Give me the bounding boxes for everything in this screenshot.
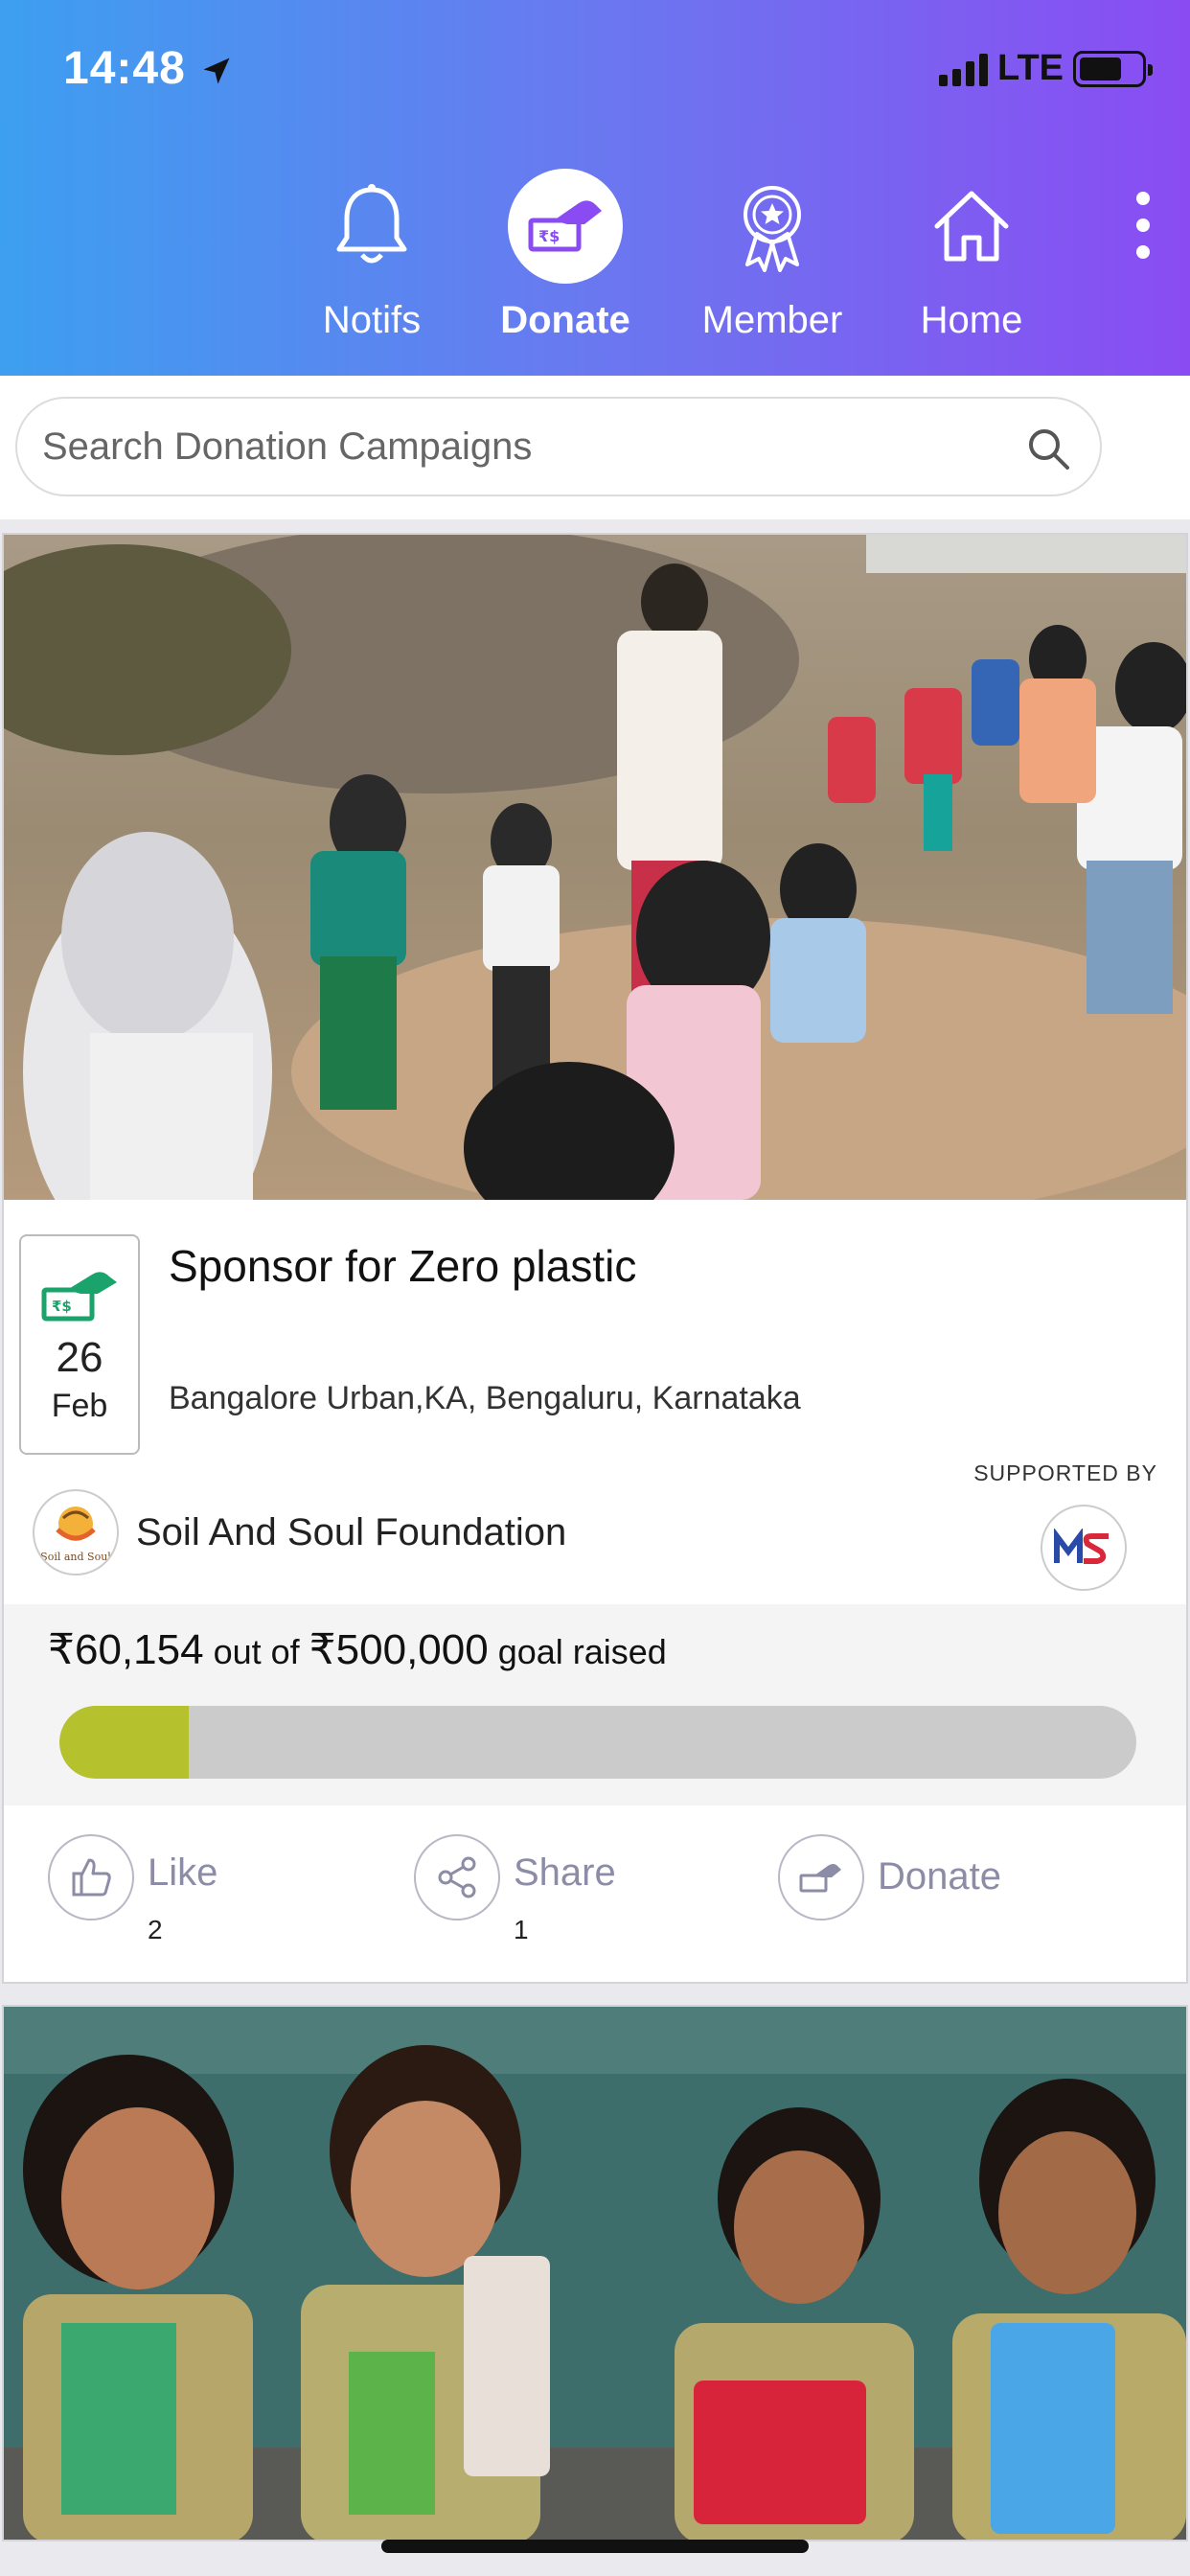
app-header: 14:48 LTE Notifs ₹$ Donate Member Home xyxy=(0,0,1190,376)
supported-by-label: SUPPORTED BY xyxy=(973,1460,1157,1485)
raised-amount: ₹60,154 xyxy=(48,1626,204,1673)
home-icon xyxy=(934,191,1009,262)
date-day: 26 xyxy=(56,1334,103,1381)
top-nav: Notifs ₹$ Donate Member Home xyxy=(0,163,1190,355)
org-name[interactable]: Soil And Soul Foundation xyxy=(136,1511,566,1554)
raised-summary: ₹60,154 out of ₹500,000 goal raised xyxy=(48,1625,667,1674)
campaign-actions: Like 2 Share 1 Donate xyxy=(4,1823,1186,1966)
campaign-card-2[interactable] xyxy=(2,2005,1188,2542)
campaign-card[interactable]: ₹$ 26 Feb Sponsor for Zero plastic Banga… xyxy=(2,533,1188,1984)
donate-button[interactable] xyxy=(778,1834,864,1920)
funding-progress: ₹60,154 out of ₹500,000 goal raised xyxy=(4,1604,1186,1806)
svg-text:₹$: ₹$ xyxy=(538,227,560,245)
sponsor-logo[interactable] xyxy=(1041,1505,1127,1591)
org-logo: Soil and Soul xyxy=(33,1489,119,1576)
sponsor-logo-mark xyxy=(1054,1529,1109,1564)
signal-icon xyxy=(939,52,989,86)
bell-icon xyxy=(336,184,407,264)
campaign-location: Bangalore Urban,KA, Bengaluru, Karnataka xyxy=(169,1380,801,1416)
date-month: Feb xyxy=(51,1388,108,1424)
network-label: LTE xyxy=(997,48,1064,88)
progress-fill xyxy=(59,1706,189,1779)
share-icon xyxy=(438,1856,476,1898)
like-count: 2 xyxy=(148,1915,163,1944)
search-box xyxy=(15,397,1102,496)
share-button[interactable] xyxy=(414,1834,500,1920)
nav-donate[interactable]: ₹$ Donate xyxy=(469,163,661,342)
search-bar xyxy=(0,376,1190,519)
campaign-image-2 xyxy=(4,2007,1186,2540)
more-vertical-icon[interactable] xyxy=(1129,192,1157,259)
search-input[interactable] xyxy=(42,399,1000,494)
donate-hand-icon: ₹$ xyxy=(41,1272,117,1322)
organization-row[interactable]: Soil and Soul Soil And Soul Foundation xyxy=(33,1489,566,1576)
share-label: Share xyxy=(514,1852,616,1894)
campaign-title[interactable]: Sponsor for Zero plastic xyxy=(169,1240,636,1292)
donate-hand-icon: ₹$ xyxy=(528,200,602,252)
share-count: 1 xyxy=(514,1915,529,1944)
like-button[interactable] xyxy=(48,1834,134,1920)
home-indicator[interactable] xyxy=(381,2540,809,2553)
donate-hand-icon xyxy=(799,1864,841,1893)
search-icon[interactable] xyxy=(1025,426,1071,472)
campaign-date: ₹$ 26 Feb xyxy=(19,1234,140,1455)
svg-text:₹$: ₹$ xyxy=(52,1298,72,1315)
thumbs-up-icon xyxy=(72,1858,111,1897)
nav-notifs[interactable]: Notifs xyxy=(276,163,468,342)
campaign-photo-2[interactable] xyxy=(4,2007,1186,2540)
campaign-photo[interactable] xyxy=(4,535,1186,1200)
like-label: Like xyxy=(148,1852,218,1894)
battery-icon xyxy=(1073,50,1153,87)
nav-member[interactable]: Member xyxy=(676,163,868,342)
status-indicators: LTE xyxy=(939,48,1153,89)
nav-home[interactable]: Home xyxy=(876,163,1067,342)
raised-suffix: goal raised xyxy=(488,1632,667,1671)
goal-amount: ₹500,000 xyxy=(309,1626,489,1673)
location-arrow-icon xyxy=(203,58,230,84)
raised-middle: out of xyxy=(203,1632,309,1671)
member-badge-icon xyxy=(744,186,801,272)
donate-label: Donate xyxy=(878,1855,1001,1898)
progress-bar xyxy=(59,1706,1136,1779)
svg-text:Soil and Soul: Soil and Soul xyxy=(40,1551,111,1563)
campaign-image xyxy=(4,535,1186,1200)
status-time: 14:48 xyxy=(63,43,186,94)
